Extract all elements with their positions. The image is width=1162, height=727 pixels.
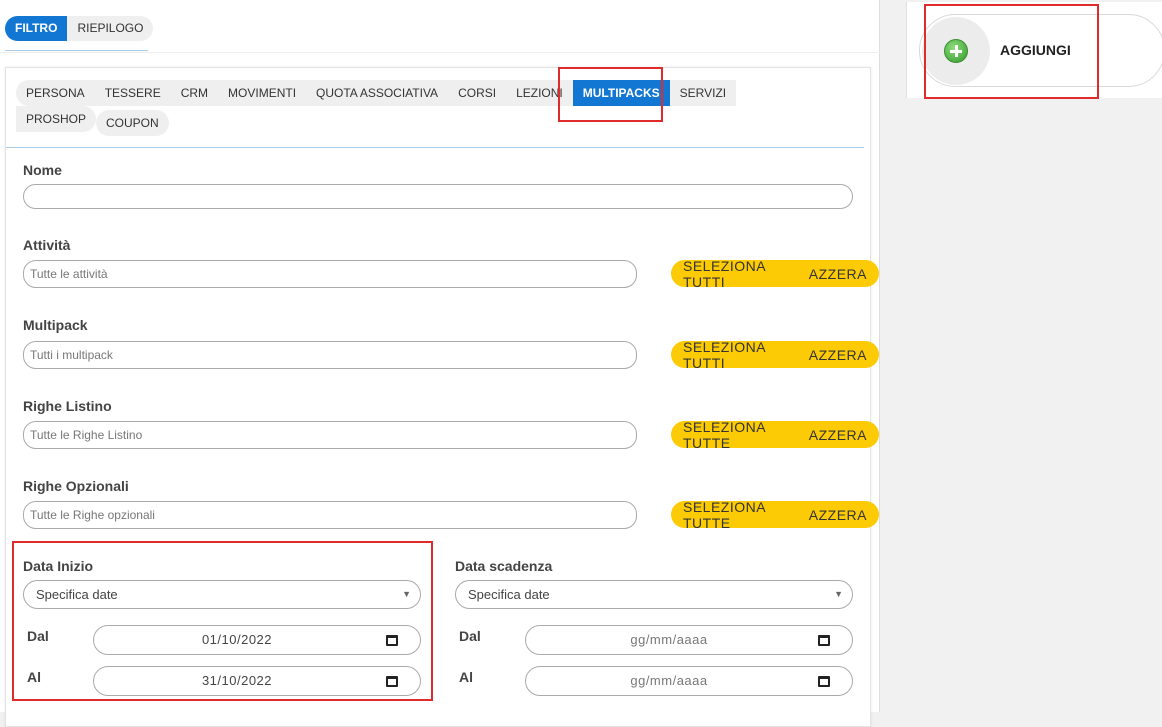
data-scadenza-label: Data scadenza <box>455 558 553 574</box>
select-all-attivita-button[interactable]: SELEZIONA TUTTI <box>671 258 797 290</box>
righe-opzionali-input[interactable]: Tutte le Righe opzionali <box>23 501 637 529</box>
add-button-highlight <box>924 4 1099 99</box>
reset-multipack-button[interactable]: AZZERA <box>797 347 879 363</box>
sub-tab-bar: PERSONA TESSERE CRM MOVIMENTI QUOTA ASSO… <box>16 80 806 136</box>
tab-filtro[interactable]: FILTRO <box>5 16 68 41</box>
select-all-righe-listino-button[interactable]: SELEZIONA TUTTE <box>671 419 797 451</box>
data-scadenza-mode-value: Specifica date <box>468 587 550 602</box>
select-all-multipack-button[interactable]: SELEZIONA TUTTI <box>671 339 797 371</box>
data-scadenza-al-label: Al <box>459 669 473 685</box>
righe-opzionali-actions: SELEZIONA TUTTE AZZERA <box>671 499 879 531</box>
sub-tab-underline <box>6 147 864 148</box>
data-scadenza-al-value: gg/mm/aaaa <box>630 673 708 688</box>
tab-corsi[interactable]: CORSI <box>448 80 507 106</box>
data-inizio-highlight <box>12 541 433 701</box>
calendar-icon[interactable] <box>818 676 830 687</box>
multipacks-tab-highlight <box>558 67 663 122</box>
top-tab-bar: FILTRO RIEPILOGO <box>5 16 154 41</box>
righe-listino-label: Righe Listino <box>23 398 112 414</box>
nome-input[interactable] <box>23 184 853 209</box>
attivita-actions: SELEZIONA TUTTI AZZERA <box>671 258 879 290</box>
righe-listino-actions: SELEZIONA TUTTE AZZERA <box>671 419 879 451</box>
attivita-label: Attività <box>23 237 71 253</box>
reset-attivita-button[interactable]: AZZERA <box>797 266 879 282</box>
reset-righe-opzionali-button[interactable]: AZZERA <box>797 507 879 523</box>
tab-servizi[interactable]: SERVIZI <box>669 80 737 106</box>
tab-persona[interactable]: PERSONA <box>16 80 95 106</box>
tab-underline <box>5 50 148 51</box>
tab-quota-associativa[interactable]: QUOTA ASSOCIATIVA <box>306 80 449 106</box>
tab-coupon[interactable]: COUPON <box>96 110 169 136</box>
multipack-actions: SELEZIONA TUTTI AZZERA <box>671 339 879 371</box>
divider <box>0 52 880 53</box>
righe-opzionali-label: Righe Opzionali <box>23 478 129 494</box>
nome-label: Nome <box>23 162 62 178</box>
data-scadenza-dal-value: gg/mm/aaaa <box>630 632 708 647</box>
filter-card: FILTRO RIEPILOGO PERSONA TESSERE CRM MOV… <box>0 0 880 727</box>
tab-tessere[interactable]: TESSERE <box>94 80 171 106</box>
attivita-input[interactable]: Tutte le attività <box>23 260 637 288</box>
multipack-label: Multipack <box>23 317 88 333</box>
tab-crm[interactable]: CRM <box>170 80 219 106</box>
side-actions-card: AGGIUNGI <box>906 2 1162 99</box>
caret-down-icon: ▼ <box>834 589 843 599</box>
data-scadenza-mode-select[interactable]: Specifica date ▼ <box>455 580 853 609</box>
righe-listino-input[interactable]: Tutte le Righe Listino <box>23 421 637 449</box>
reset-righe-listino-button[interactable]: AZZERA <box>797 427 879 443</box>
tab-proshop[interactable]: PROSHOP <box>16 106 97 132</box>
multipack-input[interactable]: Tutti i multipack <box>23 341 637 369</box>
data-scadenza-dal-input[interactable]: gg/mm/aaaa <box>525 625 853 655</box>
select-all-righe-opzionali-button[interactable]: SELEZIONA TUTTE <box>671 499 797 531</box>
tab-riepilogo[interactable]: RIEPILOGO <box>67 16 153 41</box>
tab-movimenti[interactable]: MOVIMENTI <box>218 80 307 106</box>
data-scadenza-dal-label: Dal <box>459 628 481 644</box>
data-scadenza-al-input[interactable]: gg/mm/aaaa <box>525 666 853 696</box>
calendar-icon[interactable] <box>818 635 830 646</box>
